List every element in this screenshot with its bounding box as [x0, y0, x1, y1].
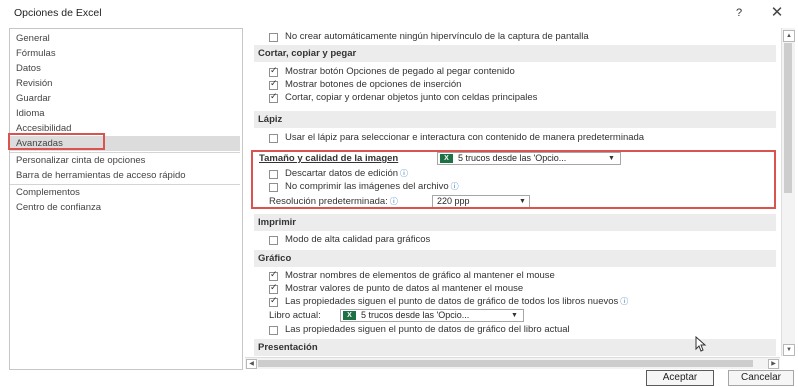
- current-book-label: Libro actual:: [269, 310, 321, 321]
- chart-element-names-label: Mostrar nombres de elementos de gráfico …: [285, 270, 555, 281]
- cancel-button[interactable]: Cancelar: [728, 370, 794, 386]
- chevron-down-icon: ▼: [519, 198, 526, 205]
- title-bar: Opciones de Excel ? ✕: [0, 0, 798, 26]
- scroll-down-icon[interactable]: ▼: [783, 344, 795, 356]
- options-nav: General Fórmulas Datos Revisión Guardar …: [9, 28, 243, 370]
- nav-item-save[interactable]: Guardar: [10, 91, 240, 106]
- data-point-values-checkbox[interactable]: [269, 282, 278, 294]
- nav-item-review[interactable]: Revisión: [10, 76, 240, 91]
- default-resolution-label: Resolución predeterminada: ⓘ: [269, 196, 398, 207]
- cut-copy-sort-label: Cortar, copiar y ordenar objetos junto c…: [285, 92, 538, 103]
- data-point-values-label: Mostrar valores de punto de datos al man…: [285, 283, 524, 294]
- no-compress-checkbox[interactable]: [269, 183, 278, 192]
- nav-item-language[interactable]: Idioma: [10, 106, 240, 121]
- scroll-thumb-horizontal[interactable]: [258, 360, 753, 367]
- paste-options-checkbox[interactable]: [269, 65, 278, 77]
- info-icon: ⓘ: [450, 182, 459, 191]
- dialog-title: Opciones de Excel: [14, 7, 102, 19]
- scroll-right-icon[interactable]: ▶: [768, 359, 779, 369]
- resolution-dropdown[interactable]: 220 ppp ▼: [432, 195, 530, 208]
- high-quality-mode-label: Modo de alta calidad para gráficos: [285, 234, 431, 245]
- nav-item-accessibility[interactable]: Accesibilidad: [10, 121, 240, 136]
- nav-item-quick-access[interactable]: Barra de herramientas de acceso rápido: [10, 168, 240, 183]
- image-file-dropdown[interactable]: X 5 trucos desde las 'Opcio... ▼: [437, 152, 621, 165]
- info-icon: ⓘ: [400, 169, 409, 178]
- section-pen: Lápiz: [254, 111, 776, 128]
- use-pen-label: Usar el lápiz para seleccionar e interac…: [285, 132, 645, 143]
- chevron-down-icon: ▼: [511, 312, 518, 319]
- discard-edit-data-label: Descartar datos de edición ⓘ: [285, 168, 409, 179]
- nav-item-addins[interactable]: Complementos: [10, 185, 240, 200]
- scroll-thumb[interactable]: [784, 43, 792, 193]
- nav-item-data[interactable]: Datos: [10, 61, 240, 76]
- properties-follow-new-label: Las propiedades siguen el punto de datos…: [285, 296, 629, 307]
- image-file-value: 5 trucos desde las 'Opcio...: [458, 153, 567, 163]
- high-quality-mode-checkbox[interactable]: [269, 236, 278, 245]
- use-pen-checkbox[interactable]: [269, 134, 278, 143]
- excel-icon: X: [440, 154, 453, 163]
- excel-icon: X: [343, 311, 356, 320]
- no-compress-label: No comprimir las imágenes del archivo ⓘ: [285, 181, 459, 192]
- help-button[interactable]: ?: [730, 4, 748, 22]
- discard-edit-data-checkbox[interactable]: [269, 170, 278, 179]
- properties-follow-new-checkbox[interactable]: [269, 295, 278, 307]
- nav-item-trust-center[interactable]: Centro de confianza: [10, 200, 240, 215]
- advanced-options-panel: No crear automáticamente ningún hipervín…: [245, 28, 781, 356]
- scroll-up-icon[interactable]: ▲: [783, 30, 795, 42]
- horizontal-scrollbar[interactable]: ◀ ▶: [245, 357, 780, 369]
- no-hyperlink-checkbox[interactable]: [269, 33, 278, 42]
- close-button[interactable]: ✕: [766, 4, 788, 22]
- scroll-left-icon[interactable]: ◀: [246, 359, 257, 369]
- nav-item-customize-ribbon[interactable]: Personalizar cinta de opciones: [10, 153, 240, 168]
- properties-follow-current-label: Las propiedades siguen el punto de datos…: [285, 324, 570, 335]
- paste-options-label: Mostrar botón Opciones de pegado al pega…: [285, 66, 515, 77]
- nav-item-formulas[interactable]: Fórmulas: [10, 46, 240, 61]
- info-icon: ⓘ: [389, 197, 398, 206]
- section-chart: Gráfico: [254, 250, 776, 267]
- ok-button[interactable]: Aceptar: [646, 370, 714, 386]
- chevron-down-icon: ▼: [608, 155, 615, 162]
- nav-item-general[interactable]: General: [10, 31, 240, 46]
- section-cut-copy-paste: Cortar, copiar y pegar: [254, 45, 776, 62]
- vertical-scrollbar[interactable]: ▲ ▼: [781, 28, 795, 356]
- insert-options-checkbox[interactable]: [269, 78, 278, 90]
- properties-follow-current-checkbox[interactable]: [269, 326, 278, 335]
- current-book-value: 5 trucos desde las 'Opcio...: [361, 310, 470, 320]
- info-icon: ⓘ: [620, 297, 629, 306]
- insert-options-label: Mostrar botones de opciones de inserción: [285, 79, 462, 90]
- cut-copy-sort-checkbox[interactable]: [269, 91, 278, 103]
- resolution-value: 220 ppp: [437, 196, 470, 206]
- mouse-pointer-icon: [695, 336, 707, 352]
- current-book-dropdown[interactable]: X 5 trucos desde las 'Opcio... ▼: [340, 309, 524, 322]
- no-hyperlink-label: No crear automáticamente ningún hipervín…: [285, 31, 589, 42]
- section-print: Imprimir: [254, 214, 776, 231]
- image-size-quality-header: Tamaño y calidad de la imagen: [259, 153, 399, 164]
- nav-item-advanced[interactable]: Avanzadas: [10, 136, 240, 151]
- chart-element-names-checkbox[interactable]: [269, 269, 278, 281]
